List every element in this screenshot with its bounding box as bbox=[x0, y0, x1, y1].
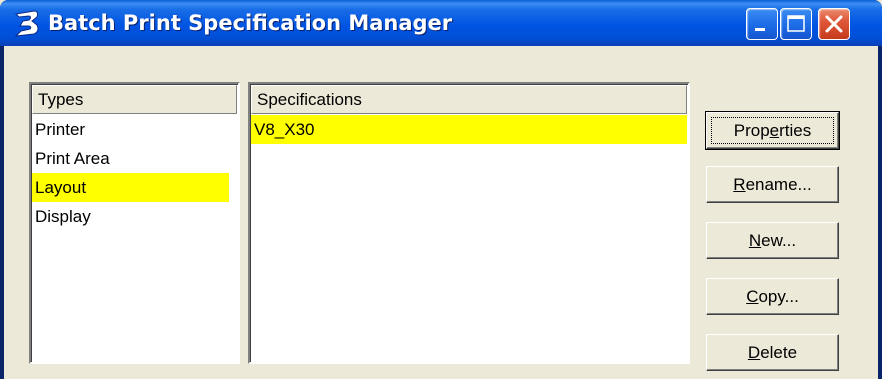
close-icon bbox=[825, 15, 843, 33]
copy-button-label: Copy... bbox=[746, 287, 799, 306]
types-item-layout[interactable]: Layout bbox=[32, 173, 229, 202]
specifications-column-header[interactable]: Specifications bbox=[251, 85, 687, 114]
types-items: Printer Print Area Layout Display bbox=[32, 115, 237, 231]
specification-item-v8-x30[interactable]: V8_X30 bbox=[251, 115, 687, 144]
types-item-print-area[interactable]: Print Area bbox=[32, 144, 237, 173]
bentley-b-icon[interactable] bbox=[12, 8, 42, 38]
title-bar[interactable]: Batch Print Specification Manager bbox=[0, 0, 882, 46]
batch-print-window: Batch Print Specification Manager Types … bbox=[0, 0, 882, 379]
rename-button[interactable]: Rename... bbox=[706, 166, 839, 203]
types-column-header[interactable]: Types bbox=[32, 85, 237, 114]
properties-button[interactable]: Properties bbox=[705, 111, 840, 150]
types-item-printer[interactable]: Printer bbox=[32, 115, 237, 144]
window-title: Batch Print Specification Manager bbox=[48, 11, 453, 35]
delete-button-label: Delete bbox=[747, 343, 798, 362]
specifications-list[interactable]: Specifications V8_X30 bbox=[248, 82, 690, 364]
types-item-display[interactable]: Display bbox=[32, 202, 237, 231]
properties-button-label: Properties bbox=[733, 121, 812, 140]
rename-button-label: Rename... bbox=[733, 175, 812, 194]
types-list[interactable]: Types Printer Print Area Layout Display bbox=[29, 82, 240, 364]
maximize-button[interactable] bbox=[780, 8, 812, 40]
dialog-client-area: Types Printer Print Area Layout Display … bbox=[4, 46, 878, 379]
minimize-icon bbox=[755, 28, 765, 31]
delete-button[interactable]: Delete bbox=[706, 334, 839, 371]
new-button[interactable]: New... bbox=[706, 222, 839, 259]
maximize-icon bbox=[787, 15, 805, 32]
minimize-button[interactable] bbox=[746, 8, 778, 40]
new-button-label: New... bbox=[748, 231, 797, 250]
specifications-items: V8_X30 bbox=[251, 115, 687, 144]
close-button[interactable] bbox=[818, 8, 850, 40]
copy-button[interactable]: Copy... bbox=[706, 278, 839, 315]
